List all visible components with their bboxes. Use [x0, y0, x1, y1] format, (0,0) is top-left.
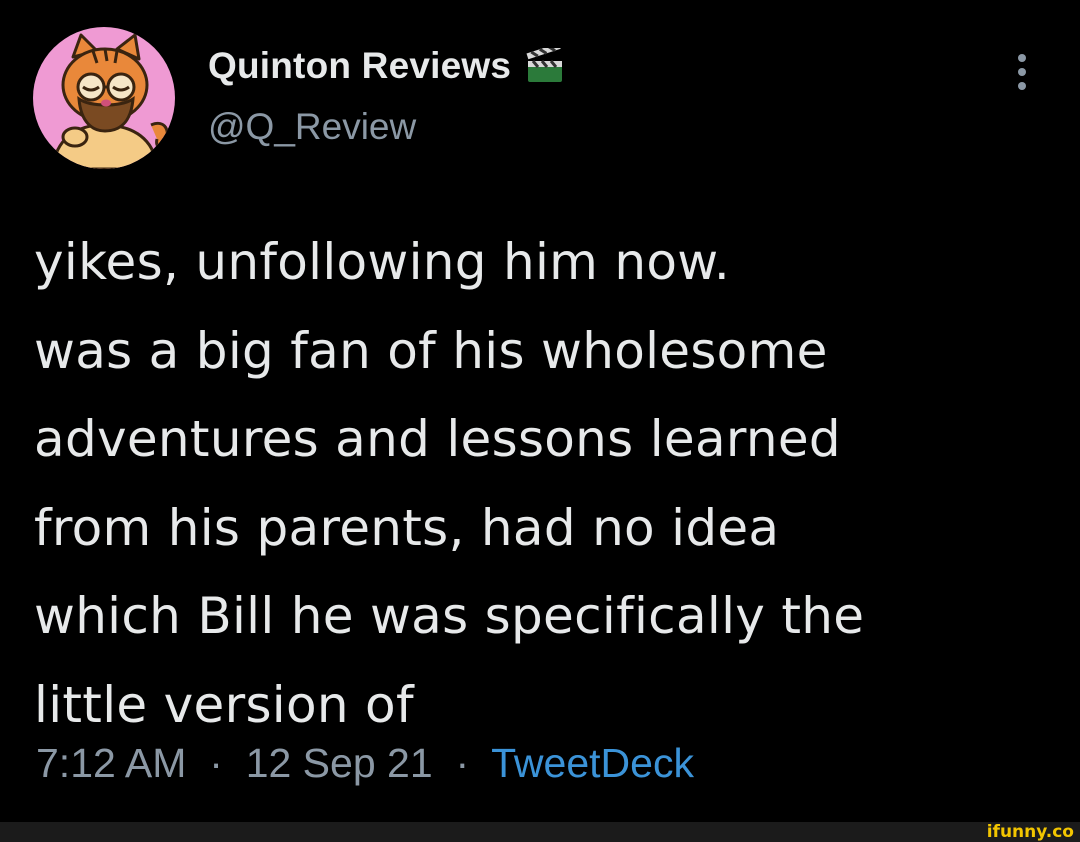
clapper-board-icon [526, 48, 563, 82]
meta-separator: · [444, 740, 481, 786]
display-name[interactable]: Quinton Reviews [208, 45, 511, 87]
more-vertical-icon[interactable] [1012, 50, 1032, 94]
tweet-text-line: adventures and lessons learned [34, 410, 841, 468]
tweet-text-line: yikes, unfollowing him now. [34, 233, 731, 291]
tweet-source-link[interactable]: TweetDeck [491, 740, 694, 786]
tweet-text: yikes, unfollowing him now. was a big fa… [34, 218, 1064, 749]
tweet-card: Quinton Reviews @Q_Review yikes, unfollo… [0, 0, 1080, 822]
ifunny-watermark: ifunny.co [986, 822, 1074, 842]
tweet-time[interactable]: 7:12 AM [36, 740, 186, 786]
tweet-metadata: 7:12 AM · 12 Sep 21 · TweetDeck [36, 740, 694, 787]
tweet-text-line: was a big fan of his wholesome [34, 321, 828, 380]
watermark-bar [0, 822, 1080, 842]
tweet-text-line: which Bill he was specifically the [34, 587, 865, 645]
garfield-avatar-icon [33, 27, 175, 169]
tweet-text-line: from his parents, had no idea [34, 498, 780, 557]
author-name-row: Quinton Reviews [208, 40, 565, 92]
meta-separator: · [197, 740, 235, 786]
tweet-text-line: little version of [34, 675, 414, 734]
author-handle[interactable]: @Q_Review [208, 106, 416, 148]
avatar[interactable] [33, 27, 175, 169]
tweet-date[interactable]: 12 Sep 21 [246, 740, 433, 786]
